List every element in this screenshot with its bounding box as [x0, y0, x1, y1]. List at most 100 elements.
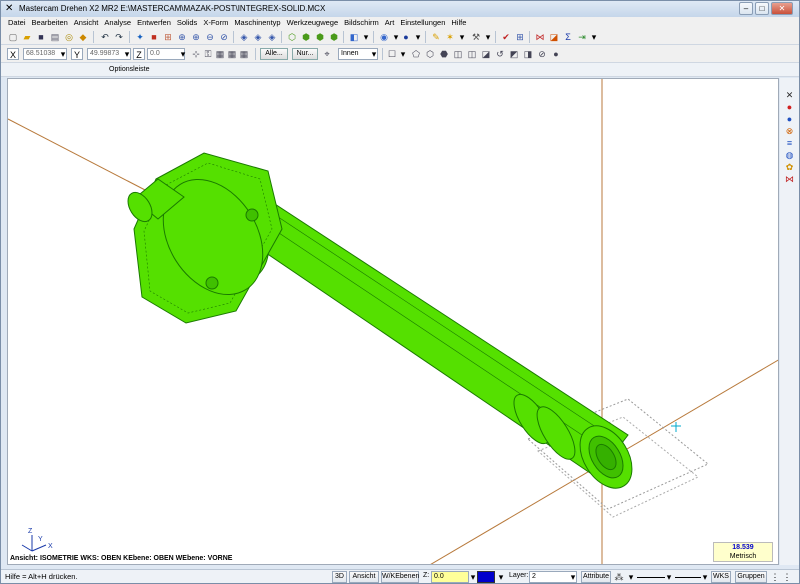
chevron-down-icon[interactable]: ▾: [625, 571, 637, 583]
sphere-red-icon[interactable]: ●: [784, 102, 795, 113]
select-all-button[interactable]: Alle...: [260, 48, 288, 60]
chevron-down-icon[interactable]: ▾: [412, 31, 424, 43]
redo-icon[interactable]: ↷: [113, 31, 125, 43]
menu-analyse[interactable]: Analyse: [101, 17, 134, 29]
end-select-icon[interactable]: ●: [550, 48, 562, 60]
menu-art[interactable]: Art: [382, 17, 398, 29]
view-button[interactable]: Ansicht: [349, 571, 379, 583]
close-button[interactable]: ✕: [771, 2, 793, 15]
globe-icon[interactable]: ◉: [378, 31, 390, 43]
star-icon[interactable]: ✶: [444, 31, 456, 43]
view-iso-icon[interactable]: ◈: [266, 31, 278, 43]
undo-icon[interactable]: ↶: [99, 31, 111, 43]
view-front-icon[interactable]: ◈: [252, 31, 264, 43]
color-swatch[interactable]: [477, 571, 495, 583]
z-depth-field[interactable]: 0.0: [431, 571, 469, 583]
sphere-icon[interactable]: ●: [400, 31, 412, 43]
snap-icon[interactable]: ▦: [226, 48, 238, 60]
chevron-down-icon[interactable]: ▾: [177, 48, 189, 60]
shaded-edges-icon[interactable]: ⬢: [328, 31, 340, 43]
single-select-icon[interactable]: ◫: [466, 48, 478, 60]
chevron-down-icon[interactable]: ▾: [368, 48, 380, 60]
graphics-viewport[interactable]: Z Y X Ansicht: ISOMETRIE WKS: OBEN KEben…: [7, 78, 779, 565]
polygon-select-icon[interactable]: ⬡: [424, 48, 436, 60]
chevron-down-icon[interactable]: ▾: [588, 31, 600, 43]
menu-entwerfen[interactable]: Entwerfen: [134, 17, 174, 29]
menu-maschinentyp[interactable]: Maschinentyp: [231, 17, 283, 29]
cube-view-icon[interactable]: ◧: [348, 31, 360, 43]
zoom-target-icon[interactable]: ⊕: [176, 31, 188, 43]
chevron-down-icon[interactable]: ▾: [699, 571, 711, 583]
chevron-down-icon[interactable]: ▾: [663, 571, 675, 583]
fit-icon[interactable]: ■: [148, 31, 160, 43]
minimize-button[interactable]: –: [739, 2, 753, 15]
verify-select-icon[interactable]: ◪: [480, 48, 492, 60]
attributes-button[interactable]: Attribute: [581, 571, 611, 583]
wcs-button[interactable]: WKS: [711, 571, 731, 583]
z-coord-label[interactable]: Z: [133, 48, 145, 60]
toolpath-icon[interactable]: ⊞: [514, 31, 526, 43]
menu-einstellungen[interactable]: Einstellungen: [397, 17, 448, 29]
hidden-line-icon[interactable]: ⬢: [300, 31, 312, 43]
line-width-sample[interactable]: [675, 577, 701, 578]
crosshair-icon[interactable]: ⊗: [784, 126, 795, 137]
chain-icon[interactable]: ⬠: [410, 48, 422, 60]
transform-icon[interactable]: ⋈: [534, 31, 546, 43]
tool-icon[interactable]: ⚒: [470, 31, 482, 43]
fastpoint-icon[interactable]: ⊹: [190, 48, 202, 60]
print-icon[interactable]: ▤: [49, 31, 61, 43]
menu-solids[interactable]: Solids: [174, 17, 200, 29]
zoom-window-icon[interactable]: ⊞: [162, 31, 174, 43]
merge-icon[interactable]: ◆: [77, 31, 89, 43]
chevron-down-icon[interactable]: ▾: [482, 31, 494, 43]
layers-icon[interactable]: ≡: [784, 138, 795, 149]
pencil-icon[interactable]: ✎: [430, 31, 442, 43]
menu-bearbeiten[interactable]: Bearbeiten: [29, 17, 71, 29]
gear-icon[interactable]: ✿: [784, 162, 795, 173]
zoom-out-icon[interactable]: ⊖: [204, 31, 216, 43]
status-more-icon[interactable]: ⋮: [769, 571, 781, 583]
mastercam-x-icon[interactable]: ✕: [784, 90, 795, 101]
y-coord-label[interactable]: Y: [71, 48, 83, 60]
chevron-down-icon[interactable]: ▾: [456, 31, 468, 43]
selection-mask-icon[interactable]: ⌖: [321, 48, 333, 60]
grid-icon[interactable]: ▦: [214, 48, 226, 60]
post-icon[interactable]: ⇥: [576, 31, 588, 43]
menu-hilfe[interactable]: Hilfe: [448, 17, 469, 29]
deselect-icon[interactable]: ⊘: [536, 48, 548, 60]
select-last-icon[interactable]: ◨: [522, 48, 534, 60]
select-only-button[interactable]: Nur...: [292, 48, 318, 60]
chevron-down-icon[interactable]: ▾: [567, 571, 579, 583]
sphere-blue-icon[interactable]: ●: [784, 114, 795, 125]
globe-icon[interactable]: ◍: [784, 150, 795, 161]
new-file-icon[interactable]: ▢: [7, 31, 19, 43]
chevron-down-icon[interactable]: ▾: [397, 48, 409, 60]
planes-button[interactable]: W/KEbenen: [381, 571, 419, 583]
line-style-sample[interactable]: [637, 577, 665, 578]
chevron-down-icon[interactable]: ▾: [495, 571, 507, 583]
menu-bildschirm[interactable]: Bildschirm: [341, 17, 382, 29]
sigma-icon[interactable]: Σ: [562, 31, 574, 43]
menu-ansicht[interactable]: Ansicht: [71, 17, 102, 29]
chevron-down-icon[interactable]: ▾: [360, 31, 372, 43]
chevron-down-icon[interactable]: ▾: [57, 48, 69, 60]
model-canvas[interactable]: Z Y X: [8, 79, 779, 565]
3d-button[interactable]: 3D: [332, 571, 347, 583]
x-coord-label[interactable]: X: [7, 48, 19, 60]
transform-icon[interactable]: ⋈: [784, 174, 795, 185]
snap-settings-icon[interactable]: ▦: [238, 48, 250, 60]
zoom-half-icon[interactable]: ⊘: [218, 31, 230, 43]
repaint-icon[interactable]: ✦: [134, 31, 146, 43]
wireframe-icon[interactable]: ⬡: [286, 31, 298, 43]
solid-select-icon[interactable]: ◩: [508, 48, 520, 60]
undo-select-icon[interactable]: ↺: [494, 48, 506, 60]
shaded-icon[interactable]: ⬢: [314, 31, 326, 43]
check-icon[interactable]: ✔: [500, 31, 512, 43]
search-file-icon[interactable]: ◎: [63, 31, 75, 43]
lock-icon[interactable]: ⚿: [202, 48, 214, 60]
menu-datei[interactable]: Datei: [5, 17, 29, 29]
maximize-button[interactable]: □: [755, 2, 769, 15]
menu-werkzeugwege[interactable]: Werkzeugwege: [284, 17, 342, 29]
vector-select-icon[interactable]: ⬣: [438, 48, 450, 60]
menu-x-form[interactable]: X-Form: [200, 17, 231, 29]
